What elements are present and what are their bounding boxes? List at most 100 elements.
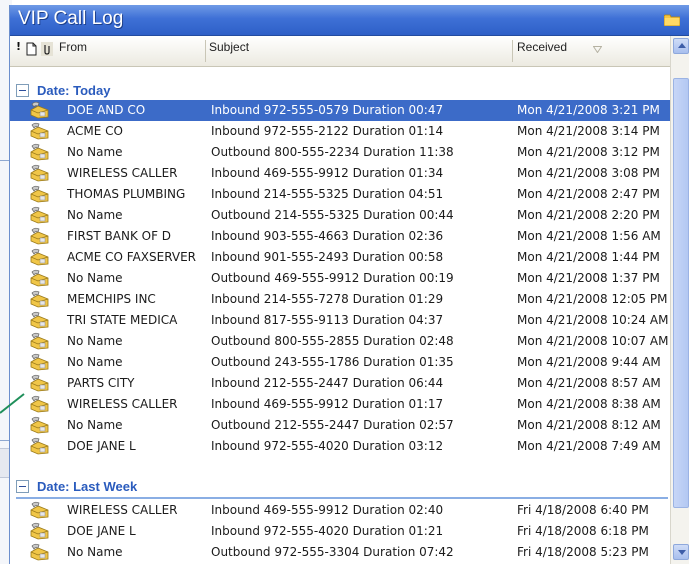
phone-call-icon [30,227,49,245]
scroll-down-button[interactable] [673,544,689,560]
phone-call-icon [30,543,49,561]
from-cell: No Name [67,545,123,559]
subject-cell: Outbound 800-555-2234 Duration 11:38 [211,145,454,159]
phone-call-icon [30,522,49,540]
received-cell: Mon 4/21/2008 8:12 AM [517,418,661,432]
folder-icon[interactable] [664,14,680,26]
received-cell: Mon 4/21/2008 2:47 PM [517,187,660,201]
table-row[interactable]: FIRST BANK OF D Inbound 903-555-4663 Dur… [10,226,670,247]
from-cell: No Name [67,418,123,432]
received-cell: Mon 4/21/2008 8:38 AM [517,397,661,411]
received-cell: Mon 4/21/2008 1:56 AM [517,229,661,243]
subject-column-header[interactable]: Subject [209,36,249,66]
table-row[interactable]: DOE JANE L Inbound 972-555-4020 Duration… [10,436,670,457]
collapse-toggle-icon[interactable] [16,480,29,493]
table-row[interactable]: No Name Outbound 469-555-9912 Duration 0… [10,268,670,289]
from-cell: WIRELESS CALLER [67,397,178,411]
phone-call-icon [30,395,49,413]
group-header-today[interactable]: Date: Today [10,80,670,103]
subject-cell: Inbound 972-555-4020 Duration 03:12 [211,439,444,453]
received-cell: Mon 4/21/2008 3:12 PM [517,145,660,159]
table-row[interactable]: No Name Outbound 972-555-3304 Duration 0… [10,542,670,563]
item-type-column-icon[interactable] [26,42,37,56]
column-divider[interactable] [512,40,513,62]
table-row[interactable]: No Name Outbound 800-555-2855 Duration 0… [10,331,670,352]
from-cell: No Name [67,271,123,285]
from-cell: DOE AND CO [67,103,146,117]
received-cell: Fri 4/18/2008 6:40 PM [517,503,649,517]
table-row[interactable]: WIRELESS CALLER Inbound 469-555-9912 Dur… [10,394,670,415]
vertical-scrollbar[interactable] [670,36,689,564]
table-row[interactable]: PARTS CITY Inbound 212-555-2447 Duration… [10,373,670,394]
phone-call-icon [30,143,49,161]
subject-cell: Outbound 243-555-1786 Duration 01:35 [211,355,454,369]
received-cell: Mon 4/21/2008 3:14 PM [517,124,660,138]
phone-call-icon [30,332,49,350]
arrow-up-icon [678,43,686,48]
subject-cell: Inbound 214-555-7278 Duration 01:29 [211,292,444,306]
received-cell: Mon 4/21/2008 3:08 PM [517,166,660,180]
column-header-row: ! From Subject Received [10,36,678,67]
scroll-up-button[interactable] [673,38,689,54]
scroll-thumb[interactable] [673,78,689,508]
table-row[interactable]: THOMAS PLUMBING Inbound 214-555-5325 Dur… [10,184,670,205]
phone-call-icon [30,185,49,203]
received-cell: Mon 4/21/2008 12:05 PM [517,292,668,306]
group-label: Date: Today [37,83,111,98]
received-cell: Mon 4/21/2008 7:49 AM [517,439,661,453]
importance-column-icon[interactable]: ! [16,40,21,53]
subject-cell: Inbound 469-555-9912 Duration 02:40 [211,503,444,517]
table-row[interactable]: WIRELESS CALLER Inbound 469-555-9912 Dur… [10,163,670,184]
table-row[interactable]: DOE AND CO Inbound 972-555-0579 Duration… [10,100,670,121]
subject-cell: Inbound 817-555-9113 Duration 04:37 [211,313,444,327]
received-cell: Mon 4/21/2008 8:57 AM [517,376,661,390]
subject-cell: Inbound 469-555-9912 Duration 01:34 [211,166,444,180]
from-cell: ACME CO [67,124,123,138]
phone-call-icon [30,290,49,308]
table-row[interactable]: DOE JANE L Inbound 972-555-4020 Duration… [10,521,670,542]
from-cell: No Name [67,145,123,159]
attachment-column-icon[interactable] [41,42,53,56]
title-bar[interactable]: VIP Call Log [10,5,689,36]
phone-call-icon [30,501,49,519]
group-label: Date: Last Week [37,479,138,494]
phone-call-icon [30,269,49,287]
received-cell: Mon 4/21/2008 3:21 PM [517,103,660,117]
from-cell: DOE JANE L [67,524,136,538]
table-row[interactable]: No Name Outbound 800-555-2234 Duration 1… [10,142,670,163]
received-cell: Mon 4/21/2008 1:44 PM [517,250,660,264]
subject-cell: Inbound 972-555-0579 Duration 00:47 [211,103,444,117]
phone-call-icon [30,374,49,392]
vip-call-log-window: VIP Call Log ! From Subject Received Dat… [9,5,689,564]
group-header-last-week[interactable]: Date: Last Week [10,476,670,499]
phone-call-icon [30,101,49,119]
table-row[interactable]: WIRELESS CALLER Inbound 469-555-9912 Dur… [10,500,670,521]
received-column-header[interactable]: Received [517,36,567,66]
from-cell: TRI STATE MEDICA [67,313,178,327]
table-row[interactable]: No Name Outbound 212-555-2447 Duration 0… [10,415,670,436]
table-row[interactable]: ACME CO Inbound 972-555-2122 Duration 01… [10,121,670,142]
subject-cell: Outbound 972-555-3304 Duration 07:42 [211,545,454,559]
from-column-header[interactable]: From [59,36,87,66]
from-cell: THOMAS PLUMBING [67,187,186,201]
table-row[interactable]: ACME CO FAXSERVER Inbound 901-555-2493 D… [10,247,670,268]
subject-cell: Inbound 972-555-2122 Duration 01:14 [211,124,444,138]
sort-descending-icon [593,46,602,53]
from-cell: No Name [67,355,123,369]
from-cell: DOE JANE L [67,439,136,453]
table-row[interactable]: TRI STATE MEDICA Inbound 817-555-9113 Du… [10,310,670,331]
column-divider[interactable] [205,40,206,62]
phone-call-icon [30,248,49,266]
received-cell: Mon 4/21/2008 9:44 AM [517,355,661,369]
collapse-toggle-icon[interactable] [16,84,29,97]
from-cell: ACME CO FAXSERVER [67,250,197,264]
phone-call-icon [30,353,49,371]
phone-call-icon [30,122,49,140]
table-row[interactable]: No Name Outbound 243-555-1786 Duration 0… [10,352,670,373]
from-cell: WIRELESS CALLER [67,503,178,517]
table-row[interactable]: MEMCHIPS INC Inbound 214-555-7278 Durati… [10,289,670,310]
arrow-down-icon [678,550,686,555]
table-row[interactable]: No Name Outbound 214-555-5325 Duration 0… [10,205,670,226]
received-cell: Fri 4/18/2008 6:18 PM [517,524,649,538]
phone-call-icon [30,437,49,455]
